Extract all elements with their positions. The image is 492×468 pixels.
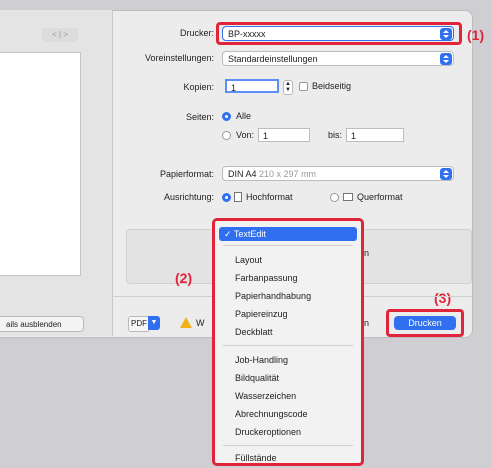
orientation-landscape-radio[interactable] xyxy=(330,193,339,202)
orientation-landscape-label: Querformat xyxy=(357,192,403,202)
presets-chevron-icon xyxy=(440,53,452,65)
menu-item-watermarks[interactable]: Wasserzeichen xyxy=(235,391,296,401)
orientation-label: Ausrichtung: xyxy=(163,192,214,202)
menu-item-cover-page[interactable]: Deckblatt xyxy=(235,327,273,337)
menu-item-job-handling[interactable]: Job-Handling xyxy=(235,355,288,365)
landscape-icon xyxy=(343,193,353,201)
paper-size-label: Papierformat: xyxy=(159,169,214,179)
menu-separator xyxy=(223,445,353,446)
menu-item-textedit[interactable]: ✓ TextEdit xyxy=(219,227,357,241)
orientation-portrait-radio[interactable] xyxy=(222,193,231,202)
paper-size-value: DIN A4 xyxy=(228,169,257,179)
warning-text: W xyxy=(196,318,205,328)
hide-details-button[interactable]: ails ausblenden xyxy=(0,316,84,332)
options-dropdown-menu: ✓ TextEdit Layout Farbanpassung Papierha… xyxy=(212,218,364,466)
pages-from-input[interactable]: 1 xyxy=(258,128,310,142)
printer-select-chevron-icon xyxy=(440,28,452,40)
menu-item-color-matching[interactable]: Farbanpassung xyxy=(235,273,298,283)
pages-to-input[interactable]: 1 xyxy=(346,128,404,142)
page-navigator[interactable]: < | > xyxy=(42,28,78,42)
options-panel-text: n xyxy=(364,248,370,258)
preview-page xyxy=(0,52,81,276)
pages-all-label: Alle xyxy=(236,111,252,121)
menu-item-layout[interactable]: Layout xyxy=(235,255,262,265)
pdf-button[interactable]: PDF xyxy=(128,316,150,332)
callout-2: (2) xyxy=(175,270,193,286)
presets-value: Standardeinstellungen xyxy=(228,54,318,64)
paper-size-chevron-icon xyxy=(440,168,452,180)
orientation-portrait-label: Hochformat xyxy=(246,192,293,202)
menu-item-image-quality[interactable]: Bildqualität xyxy=(235,373,279,383)
callout-3: (3) xyxy=(434,290,452,306)
pdf-menu-chevron-icon[interactable]: ▼ xyxy=(148,316,160,330)
portrait-icon xyxy=(234,192,242,202)
cancel-button[interactable]: n xyxy=(364,318,369,328)
copies-label: Kopien: xyxy=(183,82,214,92)
printer-label: Drucker: xyxy=(179,28,214,38)
paper-size-select[interactable]: DIN A4 210 x 297 mm xyxy=(222,166,454,181)
print-button[interactable]: Drucken xyxy=(394,316,456,330)
duplex-label: Beidseitig xyxy=(312,81,352,91)
menu-separator xyxy=(223,245,353,246)
pages-range-radio[interactable] xyxy=(222,131,231,140)
menu-item-paper-feed[interactable]: Papiereinzug xyxy=(235,309,288,319)
duplex-checkbox[interactable] xyxy=(299,82,308,91)
menu-separator xyxy=(223,345,353,346)
menu-item-accounting-code[interactable]: Abrechnungscode xyxy=(235,409,308,419)
pages-label: Seiten: xyxy=(185,112,214,122)
menu-item-printer-options[interactable]: Druckeroptionen xyxy=(235,427,301,437)
copies-stepper[interactable]: ▲ ▼ xyxy=(283,80,293,95)
callout-1: (1) xyxy=(467,27,485,43)
warning-icon xyxy=(180,317,192,328)
presets-label: Voreinstellungen: xyxy=(144,53,214,63)
paper-size-dimensions: 210 x 297 mm xyxy=(259,169,317,179)
pages-to-label: bis: xyxy=(328,130,343,140)
copies-input[interactable]: 1 xyxy=(225,79,279,93)
menu-item-paper-handling[interactable]: Papierhandhabung xyxy=(235,291,311,301)
printer-select[interactable]: BP-xxxxx xyxy=(222,26,454,41)
pages-all-radio[interactable] xyxy=(222,112,231,121)
pages-from-label: Von: xyxy=(236,130,255,140)
presets-select[interactable]: Standardeinstellungen xyxy=(222,51,454,66)
printer-value: BP-xxxxx xyxy=(228,29,266,39)
menu-item-supply-levels[interactable]: Füllstände xyxy=(235,453,277,463)
